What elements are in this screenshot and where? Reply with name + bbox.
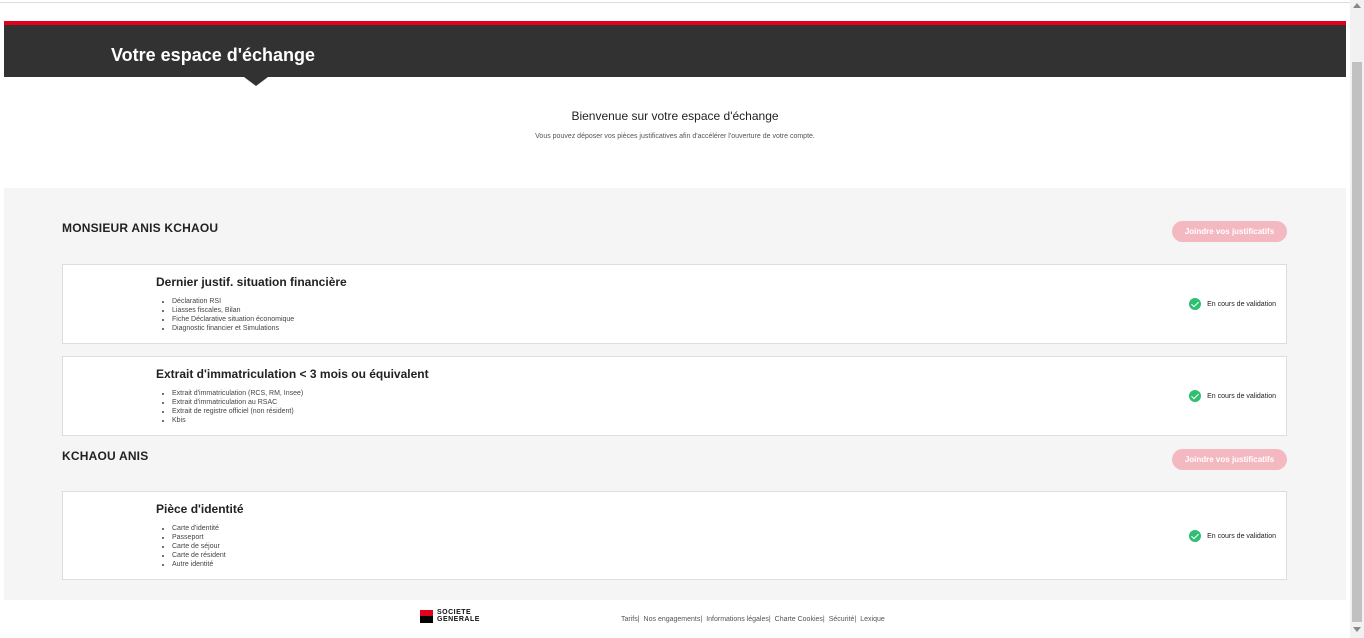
document-title: Dernier justif. situation financière xyxy=(156,275,347,289)
list-item: Extrait de registre officiel (non réside… xyxy=(172,407,303,416)
list-item: Déclaration RSI xyxy=(172,297,294,306)
footer-links: Tarifs| Nos engagements| Informations lé… xyxy=(621,616,889,623)
documents-area: MONSIEUR ANIS KCHAOU Joindre vos justifi… xyxy=(4,188,1346,600)
list-item: Extrait d'immatriculation au RSAC xyxy=(172,398,303,407)
status-text: En cours de validation xyxy=(1207,392,1276,400)
person-name: KCHAOU ANIS xyxy=(62,449,149,463)
status-badge: En cours de validation xyxy=(1189,390,1276,402)
logo-mark-icon xyxy=(420,609,433,623)
list-item: Diagnostic financier et Simulations xyxy=(172,324,294,333)
list-item: Carte d'identité xyxy=(172,524,226,533)
list-item: Kbis xyxy=(172,416,303,425)
browser-top-edge xyxy=(0,0,1364,3)
footer-link-charte-cookies[interactable]: Charte Cookies| xyxy=(775,616,825,623)
page-title: Votre espace d'échange xyxy=(111,45,316,65)
list-item: Fiche Déclarative situation économique xyxy=(172,315,294,324)
check-circle-icon xyxy=(1189,390,1202,402)
scrollbar-thumb[interactable] xyxy=(1352,62,1362,622)
check-circle-icon xyxy=(1189,298,1202,310)
vertical-scrollbar[interactable] xyxy=(1350,0,1364,638)
status-text: En cours de validation xyxy=(1207,300,1276,308)
footer-link-lexique[interactable]: Lexique xyxy=(860,616,885,623)
document-card: Dernier justif. situation financière Déc… xyxy=(62,264,1287,344)
page-footer: SOCIETE GENERALE Tarifs| Nos engagements… xyxy=(4,600,1346,638)
list-item: Extrait d'immatriculation (RCS, RM, Inse… xyxy=(172,389,303,398)
logo-line2: GENERALE xyxy=(437,616,480,623)
logo-line1: SOCIETE xyxy=(437,609,472,616)
list-item: Liasses fiscales, Bilan xyxy=(172,306,294,315)
footer-link-engagements[interactable]: Nos engagements| xyxy=(644,616,703,623)
welcome-title: Bienvenue sur votre espace d'échange xyxy=(571,109,779,123)
list-item: Autre identité xyxy=(172,560,226,569)
scroll-up-icon[interactable] xyxy=(1353,3,1361,8)
document-list: Déclaration RSI Liasses fiscales, Bilan … xyxy=(172,297,294,333)
person-name: MONSIEUR ANIS KCHAOU xyxy=(62,221,219,235)
page-header: Votre espace d'échange xyxy=(4,25,1346,86)
document-card: Extrait d'immatriculation < 3 mois ou éq… xyxy=(62,356,1287,436)
document-title: Extrait d'immatriculation < 3 mois ou éq… xyxy=(156,367,429,381)
document-list: Carte d'identité Passeport Carte de séjo… xyxy=(172,524,226,569)
document-card: Pièce d'identité Carte d'identité Passep… xyxy=(62,491,1287,580)
page: Votre espace d'échange Bienvenue sur vot… xyxy=(4,21,1346,638)
list-item: Carte de résident xyxy=(172,551,226,560)
footer-link-securite[interactable]: Sécurité| xyxy=(829,616,857,623)
welcome-block: Bienvenue sur votre espace d'échange Vou… xyxy=(4,77,1346,188)
welcome-subtitle: Vous pouvez déposer vos pièces justifica… xyxy=(535,133,815,140)
list-item: Passeport xyxy=(172,533,226,542)
document-title: Pièce d'identité xyxy=(156,502,244,516)
status-text: En cours de validation xyxy=(1207,532,1276,540)
societe-generale-logo[interactable]: SOCIETE GENERALE xyxy=(420,609,480,623)
scroll-down-icon[interactable] xyxy=(1353,627,1361,632)
status-badge: En cours de validation xyxy=(1189,298,1276,310)
check-circle-icon xyxy=(1189,530,1202,542)
join-documents-button[interactable]: Joindre vos justificatifs xyxy=(1172,221,1287,242)
status-badge: En cours de validation xyxy=(1189,530,1276,542)
join-documents-button[interactable]: Joindre vos justificatifs xyxy=(1172,449,1287,470)
document-list: Extrait d'immatriculation (RCS, RM, Inse… xyxy=(172,389,303,425)
list-item: Carte de séjour xyxy=(172,542,226,551)
footer-link-tarifs[interactable]: Tarifs| xyxy=(621,616,640,623)
footer-link-informations-legales[interactable]: Informations légales| xyxy=(706,616,770,623)
